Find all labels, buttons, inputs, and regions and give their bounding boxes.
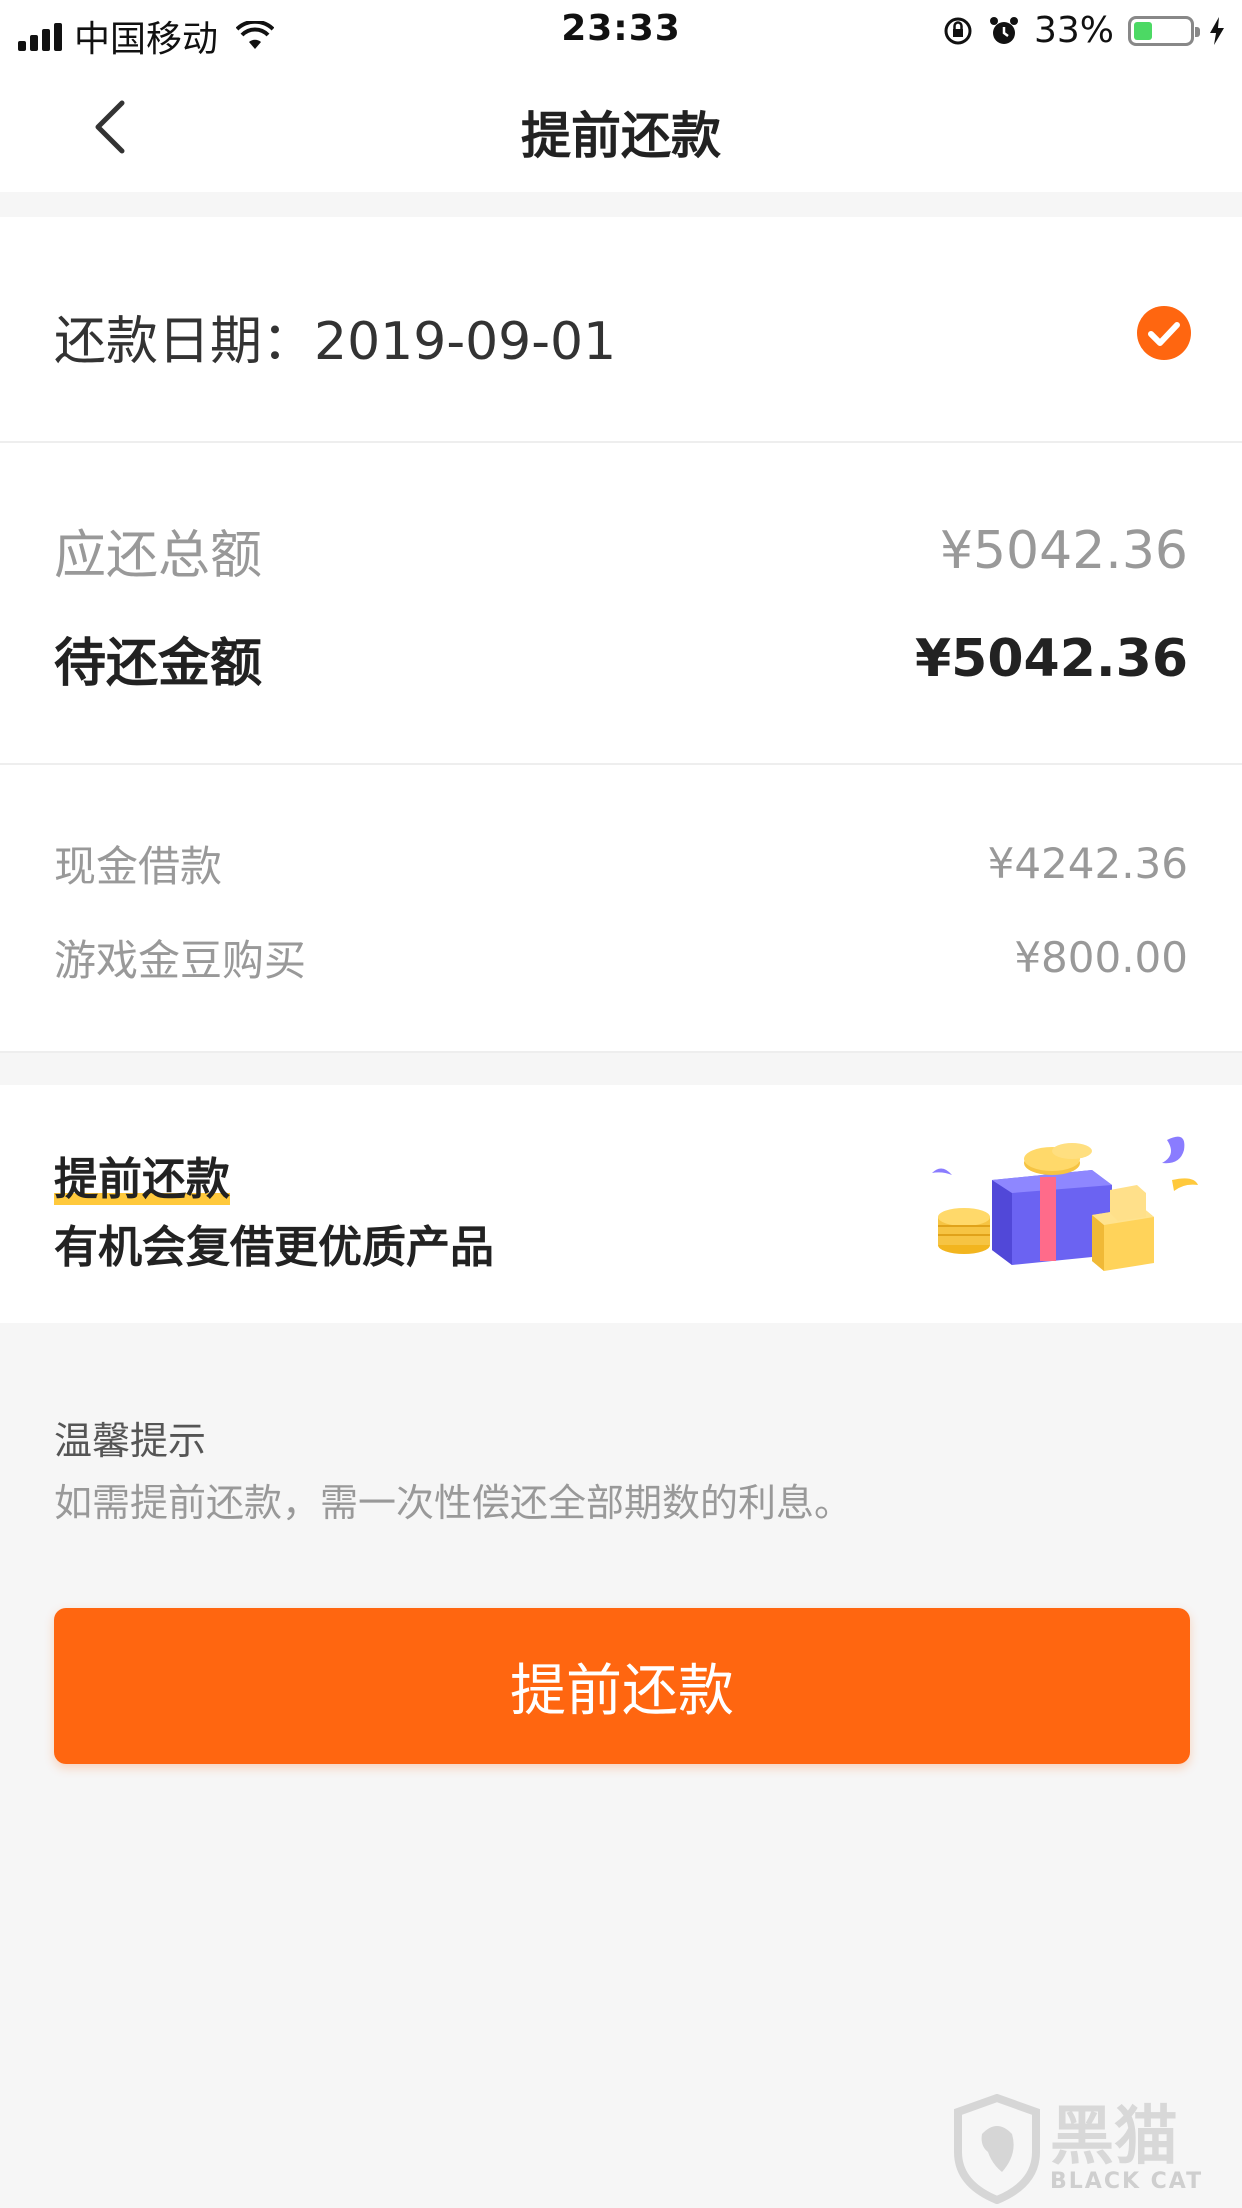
navigation-bar: 提前还款 [0, 62, 1242, 192]
gift-box-illustration [932, 1136, 1198, 1271]
tips-text: 如需提前还款，需一次性偿还全部期数的利息。 [54, 1481, 853, 1525]
promo-title-text: 提前还款 [54, 1154, 230, 1205]
amount-summary: 应还总额 ¥5042.36 待还金额 ¥5042.36 [0, 443, 1242, 765]
total-amount-value: ¥5042.36 [939, 520, 1188, 581]
pending-amount-row: 待还金额 ¥5042.36 [54, 621, 1188, 696]
alarm-icon [989, 16, 1018, 44]
battery-icon [1128, 15, 1200, 46]
battery-level [1134, 21, 1152, 40]
early-repayment-button[interactable]: 提前还款 [54, 1608, 1190, 1764]
orientation-lock-icon [944, 17, 972, 44]
detail-value: ¥800.00 [1014, 933, 1188, 982]
watermark-en: BLACK CAT [1050, 2168, 1204, 2194]
check-circle-icon[interactable] [1136, 305, 1192, 361]
promo-subtitle: 有机会复借更优质产品 [54, 1222, 494, 1273]
status-right: 33% [942, 10, 1226, 51]
list-item: 游戏金豆购买 ¥800.00 [54, 927, 1188, 988]
black-cat-shield-icon [954, 2094, 1040, 2204]
watermark-cn: 黑猫 [1050, 2099, 1178, 2174]
total-amount-label: 应还总额 [54, 526, 263, 586]
detail-label: 现金借款 [54, 842, 223, 891]
page-title: 提前还款 [521, 107, 721, 165]
total-amount-row: 应还总额 ¥5042.36 [54, 513, 1188, 588]
list-item: 现金借款 ¥4242.36 [54, 833, 1188, 894]
repayment-date-text: 还款日期：2019-09-01 [54, 312, 617, 372]
detail-label: 游戏金豆购买 [54, 936, 307, 985]
repayment-date-row[interactable]: 还款日期：2019-09-01 [0, 217, 1242, 443]
watermark-text: 黑猫 BLACK CAT [1050, 2105, 1203, 2194]
tips-title: 温馨提示 [54, 1419, 207, 1463]
detail-value: ¥4242.36 [987, 839, 1188, 888]
promo-title: 提前还款 [54, 1143, 230, 1207]
charging-icon [1210, 16, 1224, 45]
promo-banner: 提前还款 有机会复借更优质产品 [0, 1085, 1242, 1323]
battery-percent: 33% [1033, 10, 1114, 51]
pending-amount-value: ¥5042.36 [914, 628, 1188, 689]
status-bar: 中国移动 23:33 33% [0, 0, 1242, 62]
watermark-logo: 黑猫 BLACK CAT [952, 2090, 1242, 2208]
amount-details: 现金借款 ¥4242.36 游戏金豆购买 ¥800.00 [0, 765, 1242, 1053]
pending-amount-label: 待还金额 [54, 634, 263, 694]
